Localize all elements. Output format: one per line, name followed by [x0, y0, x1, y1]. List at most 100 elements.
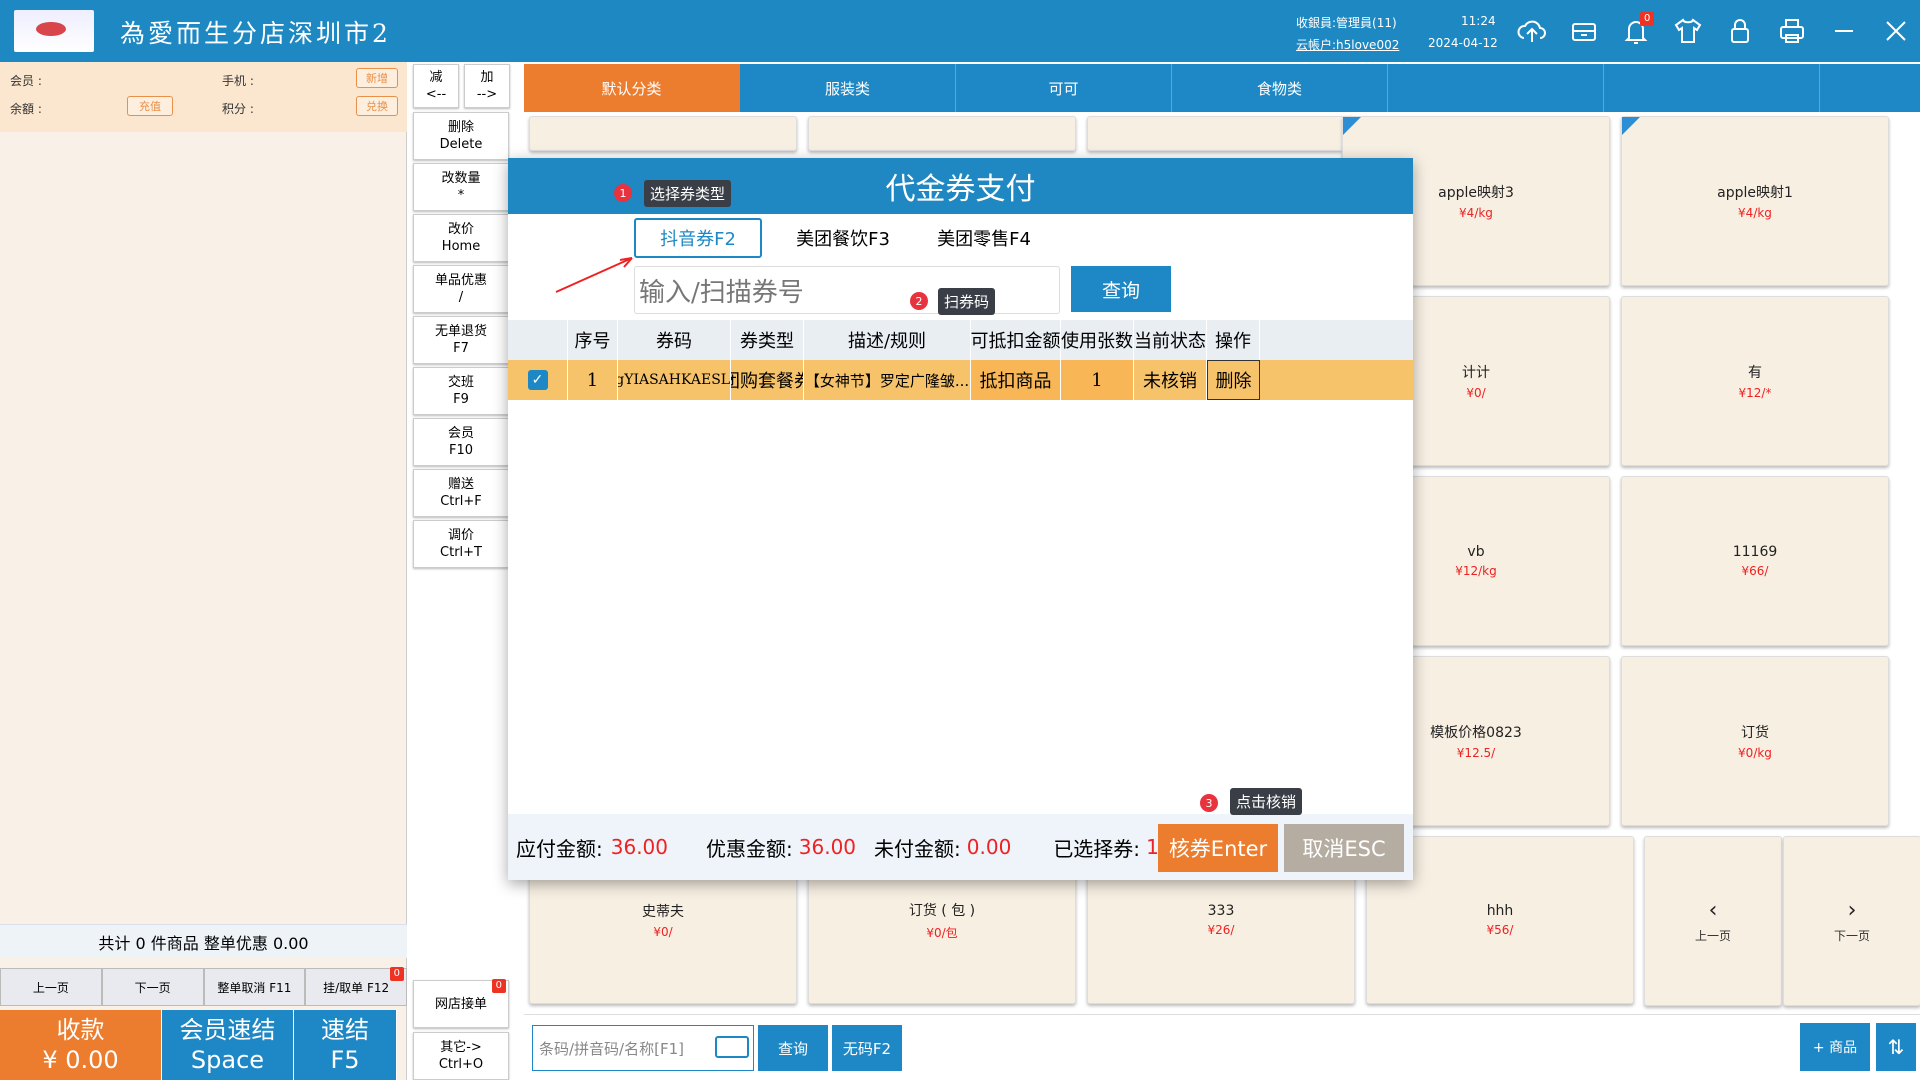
member-quick-label: 会员速结: [179, 1016, 276, 1044]
row-checkbox[interactable]: ✓: [508, 360, 568, 400]
online-order-button[interactable]: 网店接单 0: [413, 979, 509, 1028]
product-price: ¥0/: [1466, 386, 1486, 400]
page-prev-label: 上一页: [1694, 929, 1731, 943]
search-button[interactable]: 查询: [758, 1025, 828, 1071]
category-tab-0[interactable]: 默认分类: [524, 64, 740, 112]
product-card[interactable]: 有 ¥12/*: [1621, 296, 1889, 466]
member-quick-button[interactable]: 会员速结 Space: [162, 1010, 294, 1080]
fn-key: *: [457, 188, 465, 203]
bell-icon[interactable]: 0: [1616, 12, 1656, 50]
fn-key: Delete: [439, 137, 483, 152]
delete-row-button[interactable]: 删除: [1207, 360, 1260, 400]
lock-icon[interactable]: [1720, 12, 1760, 50]
category-tabs: 默认分类 服装类 可可 食物类: [524, 64, 1920, 112]
payment-buttons: 收款 ¥ 0.00 会员速结 Space 速结 F5: [0, 1010, 407, 1080]
category-tab-5[interactable]: [1604, 64, 1820, 112]
cloud-account-link[interactable]: 云帳户:h5love002: [1296, 36, 1399, 53]
category-tab-3[interactable]: 食物类: [1172, 64, 1388, 112]
page-next-button[interactable]: › 下一页: [1783, 836, 1920, 1006]
close-icon[interactable]: [1876, 12, 1916, 50]
sort-icon[interactable]: ⇅: [1876, 1023, 1916, 1071]
collect-button[interactable]: 收款 ¥ 0.00: [0, 1010, 162, 1080]
add-product-button[interactable]: + 商品: [1800, 1023, 1870, 1071]
order-summary: 共计 0 件商品 整单优惠 0.00: [0, 924, 407, 958]
increase-label: 加: [480, 70, 494, 85]
coupon-query-button[interactable]: 查询: [1071, 266, 1171, 312]
product-card-hidden[interactable]: [808, 116, 1076, 151]
other-functions-button[interactable]: 其它-> Ctrl+O: [413, 1032, 509, 1080]
add-member-button[interactable]: 新增: [356, 68, 398, 88]
product-name: 11169: [1732, 544, 1778, 560]
product-card-hidden[interactable]: [529, 116, 797, 151]
product-price: ¥56/: [1486, 923, 1514, 937]
hold-order-button[interactable]: 挂/取单 F12 0: [305, 967, 407, 1006]
clock-time: 11:24: [1461, 14, 1496, 28]
meituan-dining-tab[interactable]: 美团餐饮F3: [778, 218, 908, 258]
checkbox-checked-icon[interactable]: ✓: [527, 370, 548, 390]
table-row[interactable]: ✓1CgYIASAHKAESL...团购套餐券【女神节】罗定广隆皱...抵扣商品…: [508, 360, 1413, 400]
cancel-button[interactable]: 取消ESC: [1284, 824, 1404, 872]
coupon-scan-input[interactable]: 输入/扫描券号: [634, 266, 1060, 314]
fn-button-7[interactable]: 赠送 Ctrl+F: [413, 469, 509, 517]
decrease-arrow: <--: [425, 87, 447, 102]
product-name: 模板价格0823: [1430, 725, 1522, 741]
product-card[interactable]: apple映射1 ¥4/kg: [1621, 116, 1889, 286]
keyboard-icon[interactable]: [715, 1036, 749, 1058]
step-3-marker: 3: [1200, 794, 1218, 812]
douyin-coupon-tab[interactable]: 抖音券F2: [634, 218, 762, 258]
notification-badge: 0: [1640, 12, 1655, 26]
cloud-upload-icon[interactable]: [1512, 12, 1552, 50]
fn-button-4[interactable]: 无单退货 F7: [413, 316, 509, 364]
fn-key: Ctrl+T: [440, 545, 482, 560]
points-label: 积分 :: [222, 102, 254, 116]
collect-label: 收款: [56, 1016, 105, 1044]
payable-amount: 36.00: [610, 835, 669, 859]
fn-button-2[interactable]: 改价 Home: [413, 214, 509, 262]
payable-label: 应付金额:: [516, 836, 603, 861]
barcode-search-placeholder: 条码/拼音码/名称[F1]: [539, 1039, 684, 1058]
step-1-marker: 1: [614, 184, 632, 202]
product-card[interactable]: 订货 ¥0/kg: [1621, 656, 1889, 826]
no-code-button[interactable]: 无码F2: [832, 1025, 902, 1071]
fn-button-6[interactable]: 会员 F10: [413, 418, 509, 466]
prev-page-button[interactable]: 上一页: [0, 968, 102, 1006]
category-tab-1[interactable]: 服装类: [740, 64, 956, 112]
fn-button-1[interactable]: 改数量 *: [413, 163, 509, 211]
cash-drawer-icon[interactable]: [1564, 12, 1604, 50]
printer-icon[interactable]: [1772, 12, 1812, 50]
recharge-button[interactable]: 充值: [127, 96, 173, 116]
barcode-search-input[interactable]: 条码/拼音码/名称[F1]: [532, 1025, 754, 1071]
quick-settle-button[interactable]: 速结 F5: [294, 1010, 397, 1080]
fn-button-8[interactable]: 调价 Ctrl+T: [413, 520, 509, 568]
online-order-badge: 0: [491, 979, 506, 993]
decrease-label: 减: [429, 70, 443, 85]
product-card[interactable]: 11169 ¥66/: [1621, 476, 1889, 646]
fn-key: F10: [448, 443, 474, 458]
fn-label: 无单退货: [434, 324, 487, 339]
category-tab-2[interactable]: 可可: [956, 64, 1172, 112]
cancel-order-button[interactable]: 整单取消 F11: [203, 968, 306, 1006]
shirt-icon[interactable]: [1668, 12, 1708, 50]
decrease-button[interactable]: 减 <--: [413, 64, 459, 108]
meituan-retail-tab[interactable]: 美团零售F4: [920, 218, 1048, 258]
next-page-button[interactable]: 下一页: [101, 968, 204, 1006]
column-header: [508, 320, 568, 360]
product-name: 订货 ( 包 ): [908, 902, 976, 919]
increase-button[interactable]: 加 -->: [464, 64, 510, 108]
store-logo: [14, 10, 94, 52]
product-card-hidden[interactable]: [1087, 116, 1355, 151]
top-bar: 為愛而生分店深圳市2 收銀員:管理員(11) 云帳户:h5love002 11:…: [0, 0, 1920, 62]
product-name: hhh: [1486, 903, 1514, 919]
product-name: apple映射1: [1717, 185, 1793, 201]
fn-button-3[interactable]: 单品优惠 /: [413, 265, 509, 313]
minimize-icon[interactable]: [1824, 12, 1864, 50]
verify-coupon-button[interactable]: 核券Enter: [1158, 824, 1278, 872]
page-prev-button[interactable]: ‹ 上一页: [1644, 836, 1782, 1006]
fn-button-5[interactable]: 交班 F9: [413, 367, 509, 415]
order-panel: 会员 : 手机 : 新增 余額 : 充值 积分 : 兑换 共计 0 件商品 整单…: [0, 62, 407, 1080]
category-tab-4[interactable]: [1388, 64, 1604, 112]
fn-label: 改价: [447, 222, 474, 237]
column-header: 可抵扣金额: [971, 320, 1061, 360]
exchange-button[interactable]: 兑换: [356, 96, 398, 116]
fn-button-0[interactable]: 删除 Delete: [413, 112, 509, 160]
